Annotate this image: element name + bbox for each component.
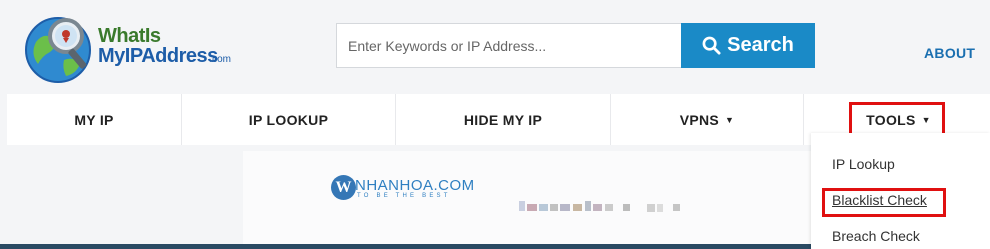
nav-item-label: IP LOOKUP	[248, 111, 329, 128]
search-input[interactable]	[336, 23, 682, 68]
globe-magnifier-logo-icon	[25, 17, 91, 83]
logo-line-1: WhatIs	[98, 25, 161, 47]
logo-line-2: MyIPAddress	[98, 45, 218, 67]
search-button-label: Search	[727, 34, 794, 56]
blacklist-highlight-box	[822, 188, 946, 217]
advertisement-banner[interactable]: W NHANHOA.COM TO BE THE BEST	[243, 151, 811, 249]
nav-item-label: HIDE MY IP	[463, 111, 543, 128]
logo-line-3: .com	[209, 54, 231, 65]
logo-wordmark: WhatIs MyIPAddress	[98, 26, 218, 66]
blurred-ad-text	[519, 199, 709, 212]
ad-logo-icon: W	[331, 175, 356, 200]
search-icon	[702, 36, 721, 55]
caret-down-icon: ▼	[921, 115, 931, 125]
nav-item-label: TOOLS	[866, 112, 916, 128]
tools-dropdown-menu: IP Lookup Blacklist Check Breach Check	[811, 133, 990, 249]
ad-tagline: TO BE THE BEST	[357, 193, 451, 199]
caret-down-icon: ▼	[725, 114, 735, 125]
nav-item-label: VPNS	[679, 111, 720, 128]
nav-item-ip-lookup[interactable]: IP LOOKUP	[182, 94, 396, 145]
tools-highlight-box: TOOLS ▼	[849, 102, 945, 137]
nav-item-vpns[interactable]: VPNS ▼	[611, 94, 804, 145]
site-header: WhatIs MyIPAddress .com Search ABOUT	[0, 0, 990, 94]
content-divider-bar	[0, 244, 811, 249]
dropdown-item-ip-lookup[interactable]: IP Lookup	[832, 156, 895, 172]
ad-brand-name: NHANHOA.COM	[355, 177, 475, 194]
nav-item-my-ip[interactable]: MY IP	[7, 94, 182, 145]
nav-item-hide-my-ip[interactable]: HIDE MY IP	[396, 94, 611, 145]
dropdown-item-breach-check[interactable]: Breach Check	[832, 228, 920, 244]
search-button[interactable]: Search	[681, 23, 815, 68]
site-logo[interactable]: WhatIs MyIPAddress .com	[22, 12, 237, 84]
about-link[interactable]: ABOUT	[924, 45, 975, 61]
nav-item-label: MY IP	[74, 111, 114, 128]
